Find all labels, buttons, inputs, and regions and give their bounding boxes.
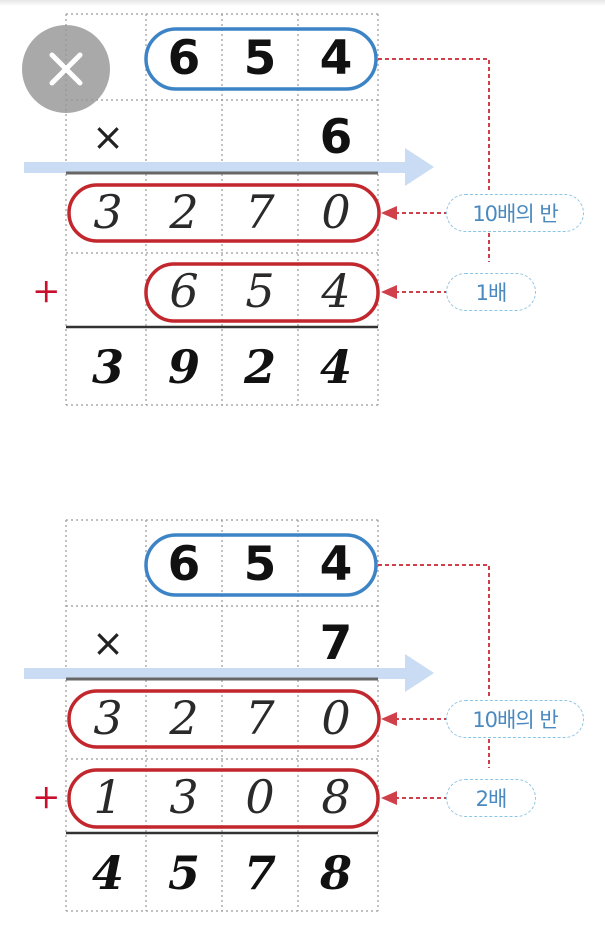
partial-1-digit: 7 bbox=[245, 185, 275, 239]
partial-2-digit: 6 bbox=[169, 264, 199, 318]
partial-1-digit: 0 bbox=[321, 185, 351, 239]
multiplicand-digit: 4 bbox=[319, 537, 353, 592]
multiplicand-digit: 6 bbox=[167, 537, 201, 592]
close-icon bbox=[49, 52, 83, 86]
label-ten-times-half: 10배의 반 bbox=[446, 194, 584, 232]
label-ten-times-half: 10배의 반 bbox=[446, 700, 584, 738]
label-two-times: 2배 bbox=[446, 779, 536, 817]
multiplication-diagram-2: 6 5 4 × 7 3 2 7 0 + 1 3 0 8 4 5 7 8 10배의… bbox=[0, 506, 605, 916]
plus-sign: + bbox=[32, 777, 61, 817]
close-button[interactable] bbox=[22, 25, 110, 113]
connector-arrowhead bbox=[381, 712, 397, 726]
partial-2-digit: 3 bbox=[169, 770, 199, 824]
result-digit: 4 bbox=[91, 846, 124, 900]
label-one-time: 1배 bbox=[446, 273, 536, 311]
partial-1-digit: 2 bbox=[169, 185, 199, 239]
connectors bbox=[378, 58, 490, 293]
partial-2-digit: 8 bbox=[321, 770, 351, 824]
multiplicand-digit: 4 bbox=[319, 31, 353, 86]
partial-1-digit: 7 bbox=[245, 691, 275, 745]
result-digit: 4 bbox=[319, 340, 352, 394]
result-digit: 8 bbox=[319, 846, 352, 900]
multiplicand-digit: 6 bbox=[167, 31, 201, 86]
multiply-sign: × bbox=[92, 621, 124, 665]
multiplier-digit: 7 bbox=[319, 616, 353, 671]
partial-2-digit: 5 bbox=[245, 264, 275, 318]
partial-2-digit: 1 bbox=[93, 770, 123, 824]
multiplier-digit: 6 bbox=[319, 110, 353, 165]
partial-1-digit: 3 bbox=[93, 691, 123, 745]
result-digit: 5 bbox=[167, 846, 200, 900]
result-digit: 2 bbox=[243, 340, 276, 394]
result-digit: 3 bbox=[91, 340, 124, 394]
result-digit: 7 bbox=[243, 846, 276, 900]
result-digit: 9 bbox=[167, 340, 200, 394]
partial-1-digit: 2 bbox=[169, 691, 199, 745]
partial-1-digit: 0 bbox=[321, 691, 351, 745]
multiply-sign: × bbox=[92, 115, 124, 159]
multiplicand-digit: 5 bbox=[243, 31, 277, 86]
connector-arrowhead bbox=[381, 206, 397, 220]
multiplicand-digit: 5 bbox=[243, 537, 277, 592]
connectors bbox=[378, 564, 490, 799]
plus-sign: + bbox=[32, 271, 61, 311]
partial-1-digit: 3 bbox=[93, 185, 123, 239]
partial-2-digit: 4 bbox=[321, 264, 351, 318]
connector-arrowhead bbox=[381, 791, 397, 805]
partial-2-digit: 0 bbox=[245, 770, 275, 824]
connector-arrowhead bbox=[381, 285, 397, 299]
